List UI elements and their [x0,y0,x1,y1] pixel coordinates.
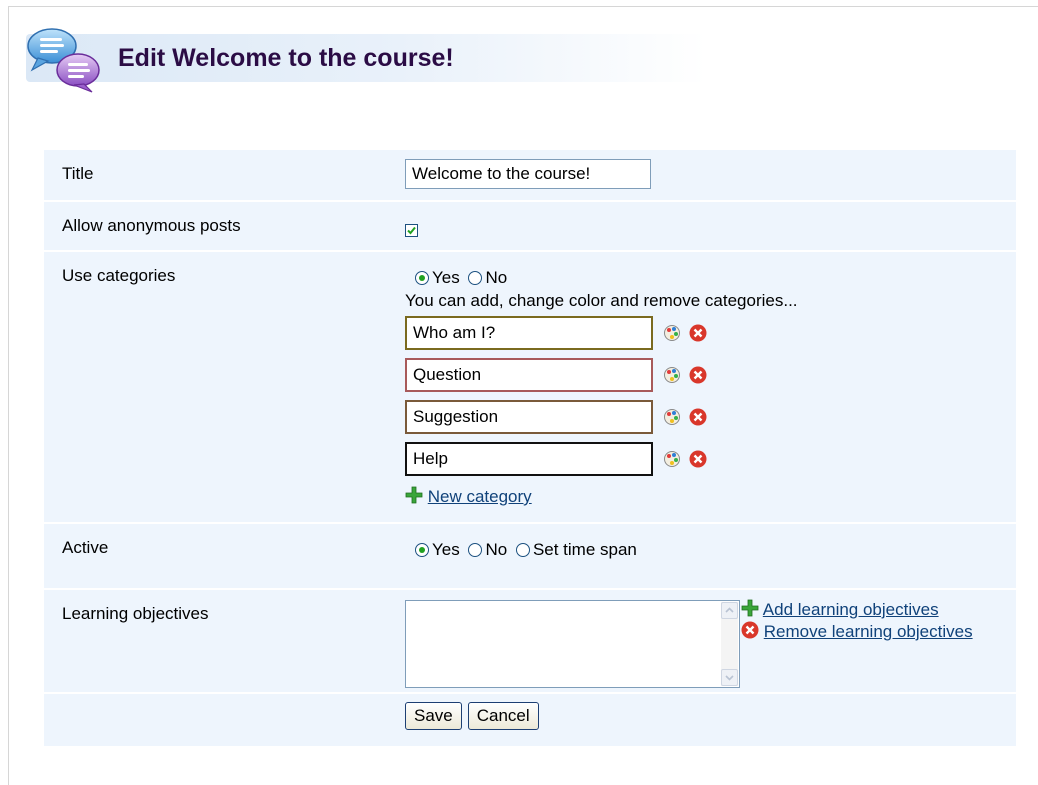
objectives-textarea[interactable] [405,600,740,688]
row-active: Active Yes No Set time span [44,524,1016,590]
chevron-up-icon [725,607,734,613]
active-no-label: No [485,540,508,559]
active-timespan-radio[interactable] [515,543,530,557]
categories-yes-option[interactable]: Yes [415,268,460,288]
scroll-up-button[interactable] [721,602,738,619]
active-options: Yes No Set time span [415,540,641,562]
color-palette-icon[interactable] [663,408,681,426]
frame-border-left [8,6,9,785]
title-input[interactable] [405,159,651,189]
row-objectives: Learning objectives Add learning objecti… [44,590,1016,694]
anonymous-checkbox[interactable] [405,224,418,237]
form-buttons: Save Cancel [405,702,539,730]
category-name-input[interactable] [405,442,653,476]
objectives-label: Learning objectives [62,604,209,623]
add-icon[interactable] [405,486,423,504]
add-objectives-link[interactable]: Add learning objectives [763,600,939,619]
category-name-input[interactable] [405,400,653,434]
delete-icon[interactable] [689,450,707,468]
row-categories: Use categories Yes No You can add, chang… [44,252,1016,524]
speech-bubbles-icon [27,28,100,93]
frame-border-top [8,6,1038,7]
categories-controls: Yes No You can add, change color and rem… [405,268,798,507]
row-anonymous: Allow anonymous posts [44,202,1016,252]
new-category-link[interactable]: New category [428,487,532,506]
category-item [405,438,798,480]
categories-hint: You can add, change color and remove cat… [405,291,798,310]
objectives-scrollbar[interactable] [721,602,738,686]
delete-icon[interactable] [741,621,759,639]
category-item [405,312,798,354]
save-button[interactable]: Save [405,702,462,730]
active-yes-label: Yes [432,540,460,559]
categories-yes-radio[interactable] [415,271,429,285]
remove-objectives: Remove learning objectives [741,621,1003,643]
row-actions: Save Cancel [44,694,1016,748]
add-objectives: Add learning objectives [741,599,1003,621]
categories-no-radio[interactable] [468,271,483,285]
category-name-input[interactable] [405,316,653,350]
row-title: Title [44,150,1016,202]
category-list [405,312,798,480]
anonymous-label: Allow anonymous posts [62,216,241,235]
categories-no-option[interactable]: No [468,268,507,288]
delete-icon[interactable] [689,408,707,426]
page-header: Edit Welcome to the course! [26,26,706,93]
title-label: Title [62,164,94,183]
color-palette-icon[interactable] [663,366,681,384]
active-yes-radio[interactable] [415,543,429,557]
category-name-input[interactable] [405,358,653,392]
edit-form: Title Allow anonymous posts Use categori… [44,150,1016,748]
cancel-button[interactable]: Cancel [467,702,539,730]
objectives-actions: Add learning objectives Remove learning … [741,599,1003,643]
active-yes-option[interactable]: Yes [415,540,460,560]
scroll-down-button[interactable] [721,669,738,686]
active-label: Active [62,538,109,557]
delete-icon[interactable] [689,366,707,384]
category-item [405,354,798,396]
new-category: New category [405,486,798,507]
color-palette-icon[interactable] [663,450,681,468]
active-timespan-label: Set time span [532,540,637,559]
active-no-radio[interactable] [468,543,483,557]
categories-label: Use categories [62,266,176,285]
remove-objectives-link[interactable]: Remove learning objectives [764,622,973,641]
category-item [405,396,798,438]
active-no-option[interactable]: No [468,540,507,560]
add-icon[interactable] [741,599,759,617]
color-palette-icon[interactable] [663,324,681,342]
categories-yes-label: Yes [432,268,460,287]
active-timespan-option[interactable]: Set time span [515,540,637,560]
checkmark-icon [407,226,416,235]
delete-icon[interactable] [689,324,707,342]
page-title: Edit Welcome to the course! [118,44,454,72]
chevron-down-icon [725,675,734,681]
categories-no-label: No [485,268,508,287]
